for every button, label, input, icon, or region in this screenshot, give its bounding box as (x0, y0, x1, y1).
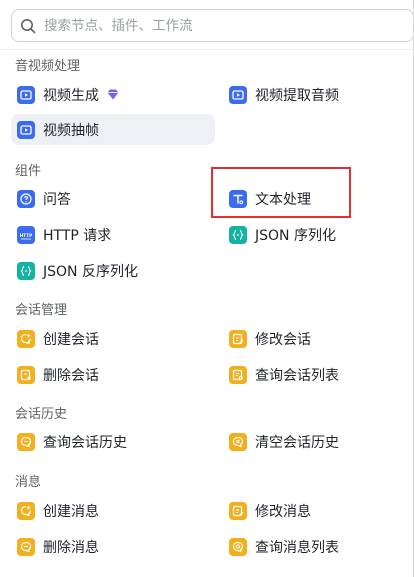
message-add-icon (17, 501, 35, 520)
json-braces-icon (229, 225, 247, 244)
node-http-request[interactable]: HTTP HTTP 请求 (15, 219, 215, 250)
message-edit-icon (229, 501, 247, 520)
search-icon (21, 18, 36, 33)
node-query-conversation-history[interactable]: 查询会话历史 (15, 426, 215, 457)
node-create-message[interactable]: 创建消息 (15, 495, 215, 526)
chat-delete-icon (17, 365, 35, 384)
svg-text:HTTP: HTTP (20, 233, 32, 238)
video-play-icon (17, 120, 35, 139)
http-icon: HTTP (17, 225, 35, 244)
node-json-deserialize[interactable]: JSON 反序列化 (15, 255, 215, 286)
node-label: 删除会话 (43, 367, 99, 384)
node-label: 查询消息列表 (255, 539, 339, 556)
chat-add-icon (17, 329, 35, 348)
node-label: 清空会话历史 (255, 434, 339, 451)
node-label: 视频抽帧 (43, 122, 99, 139)
node-query-conversation-list[interactable]: 查询会话列表 (227, 359, 414, 390)
chat-list-icon (229, 365, 247, 384)
node-delete-message[interactable]: 删除消息 (15, 531, 215, 562)
section-title-message: 消息 (15, 475, 42, 490)
message-delete-icon (17, 537, 35, 556)
node-modify-message[interactable]: 修改消息 (227, 495, 414, 526)
node-delete-conversation[interactable]: 删除会话 (15, 359, 215, 390)
text-process-icon (229, 189, 247, 208)
question-icon (17, 189, 35, 208)
search-input[interactable] (44, 17, 384, 34)
node-label: HTTP 请求 (43, 227, 112, 244)
node-label: 修改消息 (255, 503, 311, 520)
node-video-extract-audio[interactable]: 视频提取音频 (227, 79, 414, 110)
node-label: 视频提取音频 (255, 87, 339, 104)
section-title-conversation-history: 会话历史 (15, 407, 68, 422)
search-divider (0, 49, 414, 50)
chat-edit-icon (229, 329, 247, 348)
node-label: 修改会话 (255, 331, 311, 348)
node-video-frame-extract[interactable]: 视频抽帧 (11, 114, 215, 145)
chat-clear-icon (229, 432, 247, 451)
section-title-components: 组件 (15, 164, 42, 179)
node-label: JSON 序列化 (255, 227, 336, 244)
video-play-icon (229, 85, 247, 104)
video-play-icon (17, 85, 35, 104)
json-braces-icon (17, 261, 35, 280)
diamond-icon (107, 89, 119, 100)
node-label: 创建消息 (43, 503, 99, 520)
chat-history-icon (17, 432, 35, 451)
node-label: 视频生成 (43, 87, 99, 104)
node-label: 删除消息 (43, 539, 99, 556)
section-title-audio-video: 音视频处理 (15, 59, 81, 74)
message-list-icon (229, 537, 247, 556)
node-qa[interactable]: 问答 (15, 183, 215, 214)
node-video-generate[interactable]: 视频生成 (15, 79, 215, 110)
node-label: 问答 (43, 191, 71, 208)
node-label: JSON 反序列化 (43, 263, 138, 280)
node-label: 创建会话 (43, 331, 99, 348)
node-query-message-list[interactable]: 查询消息列表 (227, 531, 414, 562)
node-create-conversation[interactable]: 创建会话 (15, 323, 215, 354)
node-modify-conversation[interactable]: 修改会话 (227, 323, 414, 354)
node-label: 文本处理 (255, 191, 311, 208)
section-title-conversation-mgmt: 会话管理 (15, 303, 68, 318)
node-label: 查询会话列表 (255, 367, 339, 384)
node-json-serialize[interactable]: JSON 序列化 (227, 219, 414, 250)
node-label: 查询会话历史 (43, 434, 127, 451)
node-text-processing[interactable]: 文本处理 (227, 183, 414, 214)
node-clear-conversation-history[interactable]: 清空会话历史 (227, 426, 414, 457)
search-box[interactable] (11, 9, 414, 42)
